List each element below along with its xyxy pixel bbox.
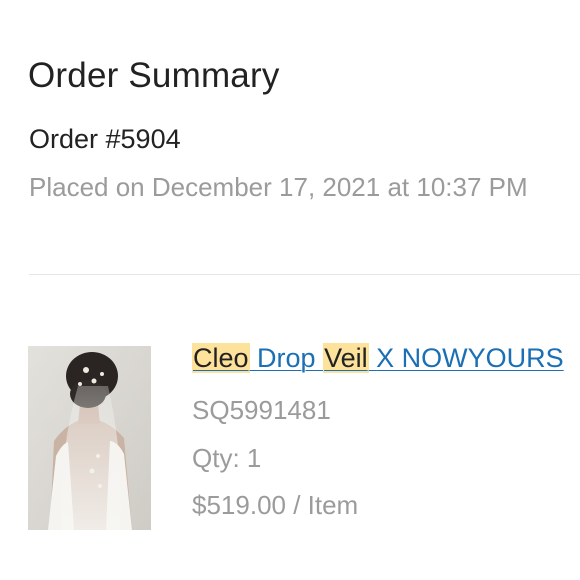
product-name-part: Veil [323,343,369,373]
product-name-part: X NOWYOURS [376,343,564,373]
order-summary-page: Order Summary Order #5904 Placed on Dece… [0,0,580,580]
order-placed-date: Placed on December 17, 2021 at 10:37 PM [29,172,528,202]
product-thumbnail[interactable] [28,346,151,530]
product-name-part: Drop [257,343,316,373]
product-name-part: Cleo [192,343,250,373]
product-price: $519.00 / Item [192,490,359,520]
divider [29,274,580,275]
product-sku: SQ5991481 [192,395,331,425]
product-name-link[interactable]: Cleo Drop Veil X NOWYOURS [192,343,564,374]
order-number: Order #5904 [29,124,181,154]
page-title: Order Summary [28,56,280,95]
product-quantity: Qty: 1 [192,443,262,473]
